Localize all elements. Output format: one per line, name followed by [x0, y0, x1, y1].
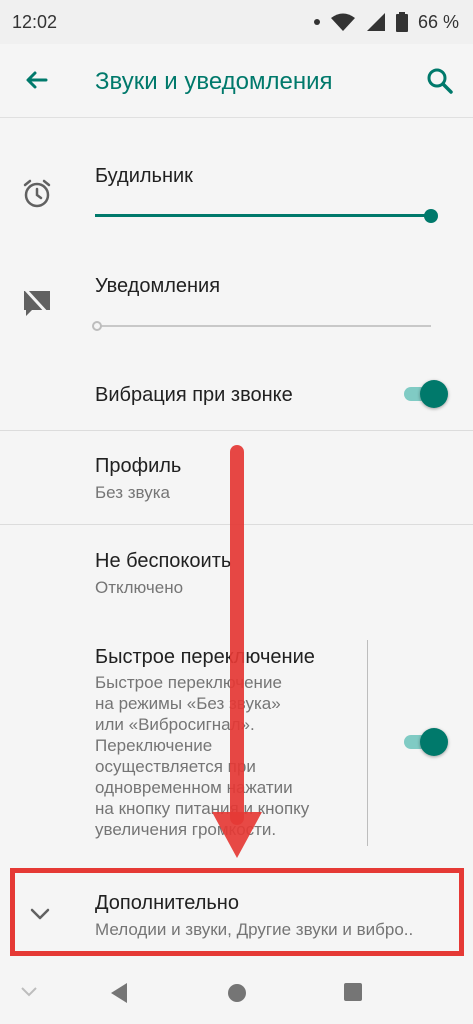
alarm-clock-icon	[23, 179, 51, 208]
arrow-back-icon	[26, 71, 48, 89]
alarm-label: Будильник	[95, 165, 193, 187]
battery-percent: 66 %	[417, 11, 459, 32]
advanced-section[interactable]: Дополнительно Мелодии и звуки, Другие зв…	[10, 868, 464, 956]
notifications-volume-slider[interactable]	[92, 314, 431, 338]
quick-switch-description-line: на кнопку питания и кнопку	[95, 799, 310, 818]
dnd-value: Отключено	[95, 578, 184, 597]
divider	[0, 430, 473, 431]
profile-value: Без звука	[95, 483, 170, 502]
quick-switch-description-line: Переключение	[95, 736, 213, 755]
status-bar: 12:02 66 %	[0, 0, 473, 44]
notification-dot-icon	[313, 19, 320, 25]
advanced-title: Дополнительно	[95, 892, 239, 914]
back-nav-icon[interactable]	[107, 981, 131, 1005]
status-icons: 66 %	[313, 11, 459, 33]
alarm-slider-thumb[interactable]	[424, 209, 438, 223]
signal-icon	[366, 13, 385, 31]
alarm-volume-slider[interactable]	[95, 204, 438, 228]
vertical-separator	[367, 640, 368, 846]
status-time: 12:02	[12, 11, 58, 32]
search-icon	[427, 68, 453, 94]
quick-switch-description-line: одновременном нажатии	[95, 778, 293, 797]
quick-switch-description-line: увеличения громкости.	[95, 820, 277, 839]
vibration-label: Вибрация при звонке	[95, 384, 293, 406]
app-bar: Звуки и уведомления	[0, 44, 473, 118]
notifications-muted-icon	[24, 288, 50, 316]
profile-title[interactable]: Профиль	[95, 455, 181, 478]
wifi-icon	[330, 13, 355, 31]
navigation-bar	[0, 962, 473, 1024]
vibration-toggle-knob	[420, 380, 448, 408]
recents-nav-icon[interactable]	[343, 982, 363, 1002]
dnd-title[interactable]: Не беспокоить	[95, 550, 231, 573]
chevron-down-icon	[30, 908, 50, 920]
back-button[interactable]	[20, 65, 52, 97]
hide-nav-chevron-icon[interactable]	[19, 984, 39, 1000]
notifications-slider-thumb[interactable]	[92, 321, 102, 331]
quick-switch-description-line: или «Вибросигнал».	[95, 715, 255, 734]
vibration-toggle[interactable]	[404, 380, 448, 408]
notifications-label: Уведомления	[95, 275, 221, 297]
quick-switch-description-line: Быстрое переключение	[95, 673, 282, 692]
quick-switch-description-line: осуществляется при	[95, 757, 256, 776]
quick-switch-toggle-knob	[420, 728, 448, 756]
advanced-summary: Мелодии и звуки, Другие звуки и вибро..	[95, 920, 414, 939]
notifications-slider-track	[95, 325, 431, 327]
home-nav-icon[interactable]	[226, 982, 248, 1004]
quick-switch-description-line: на режимы «Без звука»	[95, 694, 281, 713]
quick-switch-description: Быстрое переключение на режимы «Без звук…	[95, 672, 309, 840]
page-title: Звуки и уведомления	[95, 68, 333, 95]
battery-icon	[395, 12, 408, 32]
quick-switch-title[interactable]: Быстрое переключение	[95, 646, 315, 669]
quick-switch-toggle[interactable]	[404, 728, 448, 756]
divider	[0, 524, 473, 525]
alarm-slider-fill	[95, 214, 431, 217]
search-button[interactable]	[424, 65, 456, 97]
